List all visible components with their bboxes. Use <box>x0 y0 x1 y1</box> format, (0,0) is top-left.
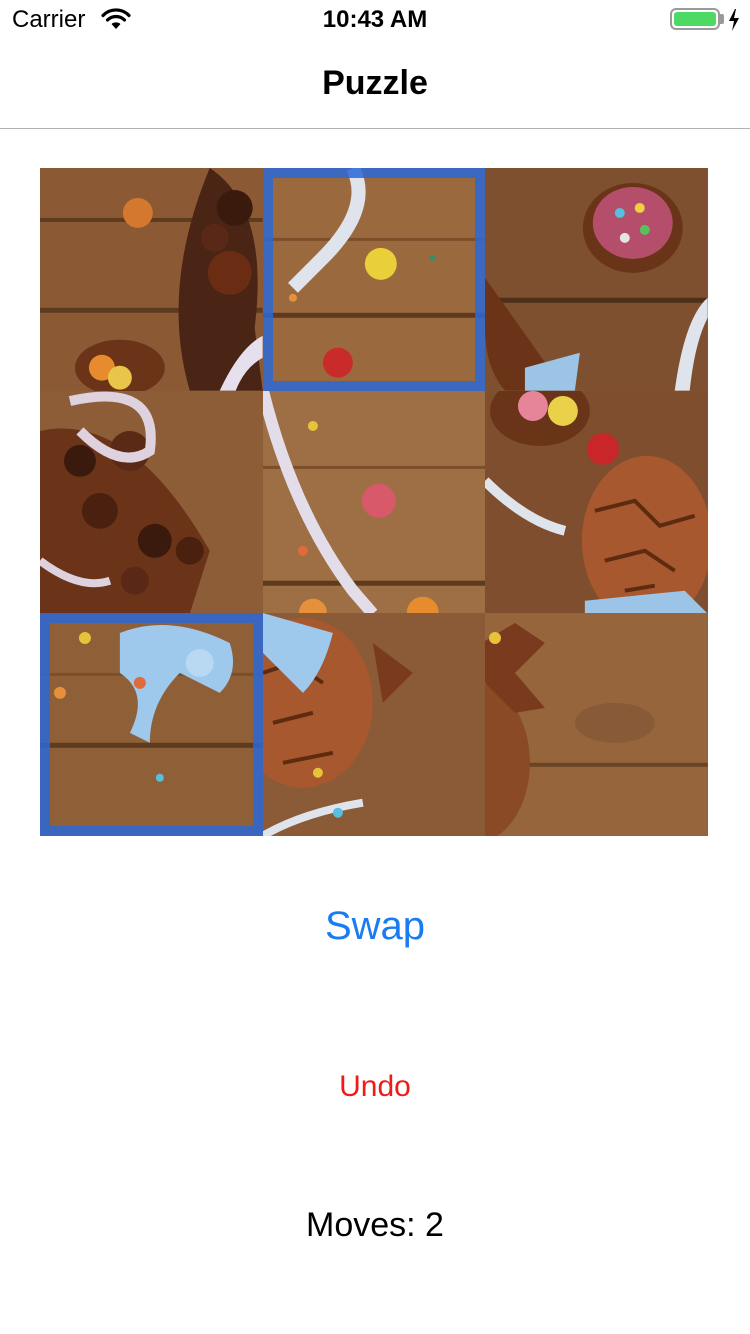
puzzle-tile-3[interactable] <box>485 168 708 391</box>
battery-cap <box>720 14 724 24</box>
battery-level <box>674 12 716 26</box>
moves-counter: Moves: 2 <box>306 1206 444 1244</box>
puzzle-tile-8[interactable] <box>262 613 486 836</box>
status-time: 10:43 AM <box>322 6 428 33</box>
swap-button[interactable]: Swap <box>275 893 475 959</box>
puzzle-tile-5[interactable] <box>262 390 486 614</box>
puzzle-tile-1[interactable] <box>40 168 263 391</box>
puzzle-tile-2[interactable] <box>262 168 486 391</box>
puzzle-tile-6[interactable] <box>485 390 708 614</box>
puzzle-tile-4[interactable] <box>40 390 263 614</box>
puzzle-board <box>40 168 708 836</box>
puzzle-tile-7[interactable] <box>40 613 263 836</box>
undo-button[interactable]: Undo <box>275 1062 475 1112</box>
battery-icon <box>670 8 720 30</box>
navigation-bar: Puzzle <box>0 40 750 129</box>
charging-bolt-icon <box>729 9 739 31</box>
puzzle-tile-9[interactable] <box>485 613 708 836</box>
page-title: Puzzle <box>322 64 428 102</box>
status-bar: Carrier 10:43 AM <box>0 0 750 40</box>
